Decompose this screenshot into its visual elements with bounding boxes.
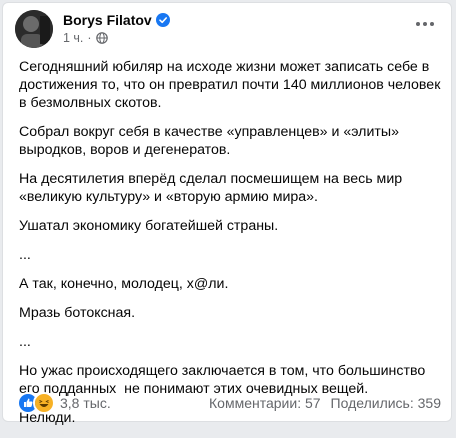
- post-card: Borys Filatov 1 ч. · Сегодняшний юбиляр …: [2, 2, 452, 426]
- reactions-summary[interactable]: 3,8 тыс.: [17, 392, 111, 414]
- post-meta: 1 ч. ·: [63, 31, 108, 45]
- post-paragraph: А так, конечно, молодец, х@ли.: [19, 276, 229, 292]
- engagement-counts: Комментарии: 57 Поделились: 359: [209, 395, 441, 411]
- post-stats-bar: 3,8 тыс. Комментарии: 57 Поделились: 359: [17, 392, 441, 414]
- shares-count-link[interactable]: Поделились: 359: [331, 395, 441, 411]
- more-dots-icon: [416, 22, 434, 26]
- post-paragraph: Ушатал экономику богатейшей страны.: [19, 218, 279, 234]
- haha-reaction-icon: [33, 392, 55, 414]
- post-paragraph: На десятилетия вперёд сделал посмешищем …: [19, 171, 407, 205]
- more-options-button[interactable]: [410, 12, 440, 36]
- globe-icon: [95, 32, 108, 44]
- post-paragraph: ...: [19, 247, 31, 263]
- author-name-row: Borys Filatov: [63, 12, 170, 28]
- post-body: Сегодняшний юбиляр на исходе жизни может…: [19, 58, 444, 438]
- comments-count-link[interactable]: Комментарии: 57: [209, 395, 321, 411]
- reactions-count[interactable]: 3,8 тыс.: [60, 395, 111, 411]
- author-name[interactable]: Borys Filatov: [63, 12, 152, 28]
- post-timestamp[interactable]: 1 ч.: [63, 31, 83, 45]
- post-paragraph: Собрал вокруг себя в качестве «управленц…: [19, 124, 403, 158]
- post-paragraph: ...: [19, 334, 31, 350]
- post-paragraph: Сегодняшний юбиляр на исходе жизни может…: [19, 59, 445, 111]
- post-header: Borys Filatov 1 ч. ·: [15, 10, 440, 50]
- post-paragraph: Мразь ботоксная.: [19, 305, 136, 321]
- reaction-icons: [17, 392, 55, 414]
- author-avatar[interactable]: [15, 10, 53, 48]
- verified-badge-icon: [155, 13, 170, 27]
- meta-separator: ·: [87, 31, 92, 45]
